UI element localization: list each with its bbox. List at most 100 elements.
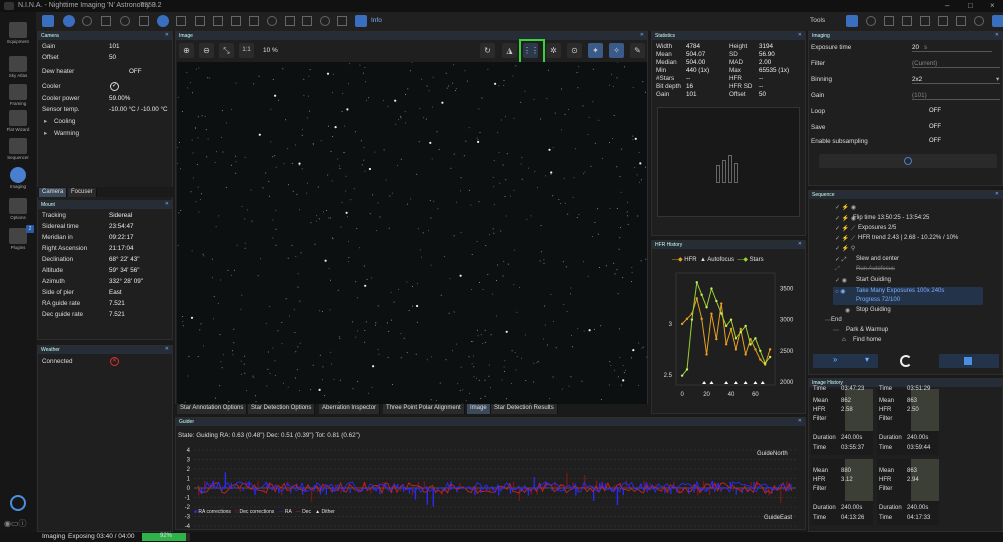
subsampling-toggle[interactable]: OFF (929, 138, 941, 144)
history-icon[interactable] (974, 16, 984, 26)
stretch-icon[interactable]: ✎ (630, 43, 645, 58)
disconnect-icon[interactable]: ✕ (110, 357, 119, 366)
history-label: Mean (879, 398, 895, 404)
save-toggle[interactable]: OFF (929, 124, 941, 130)
sidebar-item-equipment[interactable]: Equipment (0, 22, 36, 44)
maximize-icon[interactable]: □ (968, 1, 973, 10)
close-icon[interactable]: ✕ (165, 201, 169, 207)
telescope-icon[interactable] (139, 16, 149, 26)
close-icon[interactable]: ✕ (798, 418, 802, 424)
cooling-expander[interactable]: Cooling (54, 118, 75, 125)
gain-input[interactable]: (101) (912, 92, 1000, 100)
history-card[interactable]: Mean 880 HFR 3.12 Filter Duration 240.00s Time 0… (811, 459, 873, 525)
sequence-skip-button[interactable]: » ▾ (813, 354, 878, 368)
sliders-icon[interactable] (195, 16, 205, 26)
dew-heater-toggle[interactable]: OFF (129, 68, 142, 75)
close-icon[interactable]: × (990, 1, 995, 10)
seq-slew-center[interactable]: Slew and center (856, 256, 899, 262)
seq-stop-guiding[interactable]: Stop Guiding (856, 307, 891, 313)
zoom-out-icon[interactable]: ⊖ (199, 43, 214, 58)
dome-icon[interactable] (213, 16, 223, 26)
expander-chevron-icon[interactable]: ▸ (44, 130, 47, 137)
minimize-icon[interactable]: – (945, 1, 949, 10)
tab-star-detection-results[interactable]: Star Detection Results (491, 404, 558, 414)
target-icon[interactable] (956, 16, 966, 26)
flip-icon[interactable]: ◮ (502, 43, 517, 58)
chevron-down-icon[interactable]: ▾ (996, 76, 999, 83)
tab-three-point-polar-alignment[interactable]: Three Point Polar Alignment (383, 404, 465, 414)
activity-icon[interactable] (285, 16, 295, 26)
expander-chevron-icon[interactable]: ▸ (44, 118, 47, 125)
aberration-icon[interactable]: ✲ (546, 43, 561, 58)
close-icon[interactable]: ✕ (165, 32, 169, 38)
sequence-stop-button[interactable] (939, 354, 999, 368)
seq-run-autofocus[interactable]: Run Autofocus (856, 266, 895, 272)
zoom-in-icon[interactable]: ⊕ (179, 43, 194, 58)
cloud-icon[interactable] (267, 16, 277, 26)
filter-select[interactable]: (Current) (912, 60, 1000, 68)
settings-toolbar-icon[interactable] (63, 15, 75, 27)
plus-icon[interactable] (920, 16, 930, 26)
download-icon[interactable] (938, 16, 948, 26)
seq-find-home[interactable]: Find home (853, 337, 881, 343)
star-point (453, 235, 455, 237)
close-icon[interactable]: ✕ (798, 241, 802, 247)
history-card[interactable]: Time 03:51:29 Mean 863 HFR 2.50 Filter Duration… (877, 386, 939, 455)
seq-take-many-exposures[interactable]: Take Many Exposures 100x 240s (856, 288, 944, 294)
annotation-icon[interactable]: ✧ (609, 43, 624, 58)
zoom-1to1-button[interactable]: 1:1 (239, 43, 254, 58)
equipment-toolbar-icon[interactable] (42, 15, 54, 27)
tab-image[interactable]: Image (467, 404, 491, 414)
star-icon[interactable] (902, 16, 912, 26)
loop-toggle[interactable]: OFF (929, 108, 941, 114)
refresh-icon[interactable] (120, 16, 130, 26)
close-icon[interactable]: ✕ (798, 32, 802, 38)
tab-aberration-inspector[interactable]: Aberration Inspector (319, 404, 381, 414)
focus-toolbar-icon[interactable] (992, 15, 1003, 27)
sidebar-item-framing[interactable]: Framing (0, 84, 36, 106)
search-icon[interactable] (866, 16, 876, 26)
sidebar-item-options[interactable]: Options (0, 198, 36, 220)
tab-camera[interactable]: Camera (39, 188, 68, 197)
tab-star-detection-options[interactable]: Star Detection Options (248, 404, 316, 414)
bulb-icon[interactable] (320, 16, 330, 26)
seq-park-warmup[interactable]: Park & Warmup (846, 327, 888, 333)
shield-icon[interactable] (337, 16, 347, 26)
guider-toolbar-icon[interactable] (157, 15, 169, 27)
fit-icon[interactable]: ⤡ (219, 43, 234, 58)
sidebar-item-sky-atlas[interactable]: Sky Atlas (0, 56, 36, 78)
star-detect-icon[interactable]: ✦ (588, 43, 603, 58)
plugin-toolbar-icon[interactable] (355, 15, 367, 27)
warming-expander[interactable]: Warming (54, 130, 79, 137)
star-field-image[interactable] (176, 61, 648, 405)
crosshair-icon[interactable]: ⊙ (567, 43, 582, 58)
sidebar-item-flat-wizard[interactable]: Flat Wizard (0, 110, 36, 132)
chart-icon[interactable] (249, 16, 259, 26)
house-icon[interactable] (231, 16, 241, 26)
star-point (388, 330, 390, 332)
power-icon[interactable] (10, 495, 26, 511)
brush-icon[interactable] (884, 16, 894, 26)
switch-icon[interactable] (302, 16, 312, 26)
pin-toolbar-icon[interactable] (846, 15, 858, 27)
close-icon[interactable]: ✕ (995, 191, 999, 197)
sidebar-item-sequencer[interactable]: Sequencer (0, 138, 36, 160)
close-icon[interactable]: ✕ (995, 32, 999, 38)
rotate-icon[interactable]: ↻ (480, 43, 495, 58)
sequencer-toolbar-icon[interactable] (176, 16, 186, 26)
wheel-icon[interactable] (82, 16, 92, 26)
star-point (549, 398, 551, 399)
cooler-check-icon[interactable]: ✓ (110, 82, 119, 91)
seq-start-guiding[interactable]: Start Guiding (856, 277, 891, 283)
close-icon[interactable]: ✕ (165, 346, 169, 352)
capture-button[interactable] (819, 154, 997, 168)
history-card[interactable]: Mean 863 HFR 2.94 Filter Duration 240.00s Time 0… (877, 459, 939, 525)
binning-select[interactable]: 2x2 (912, 76, 1000, 84)
history-card[interactable]: Time 03:47:23 Mean 862 HFR 2.58 Filter Duration… (811, 386, 873, 455)
info-label[interactable]: Info (371, 17, 382, 24)
rotator-icon[interactable] (101, 16, 111, 26)
tab-star-annotation-options[interactable]: Star Annotation Options (177, 404, 248, 414)
tab-focuser[interactable]: Focuser (68, 188, 97, 197)
sidebar-item-imaging[interactable]: Imaging (0, 167, 36, 189)
close-icon[interactable]: ✕ (640, 32, 644, 38)
